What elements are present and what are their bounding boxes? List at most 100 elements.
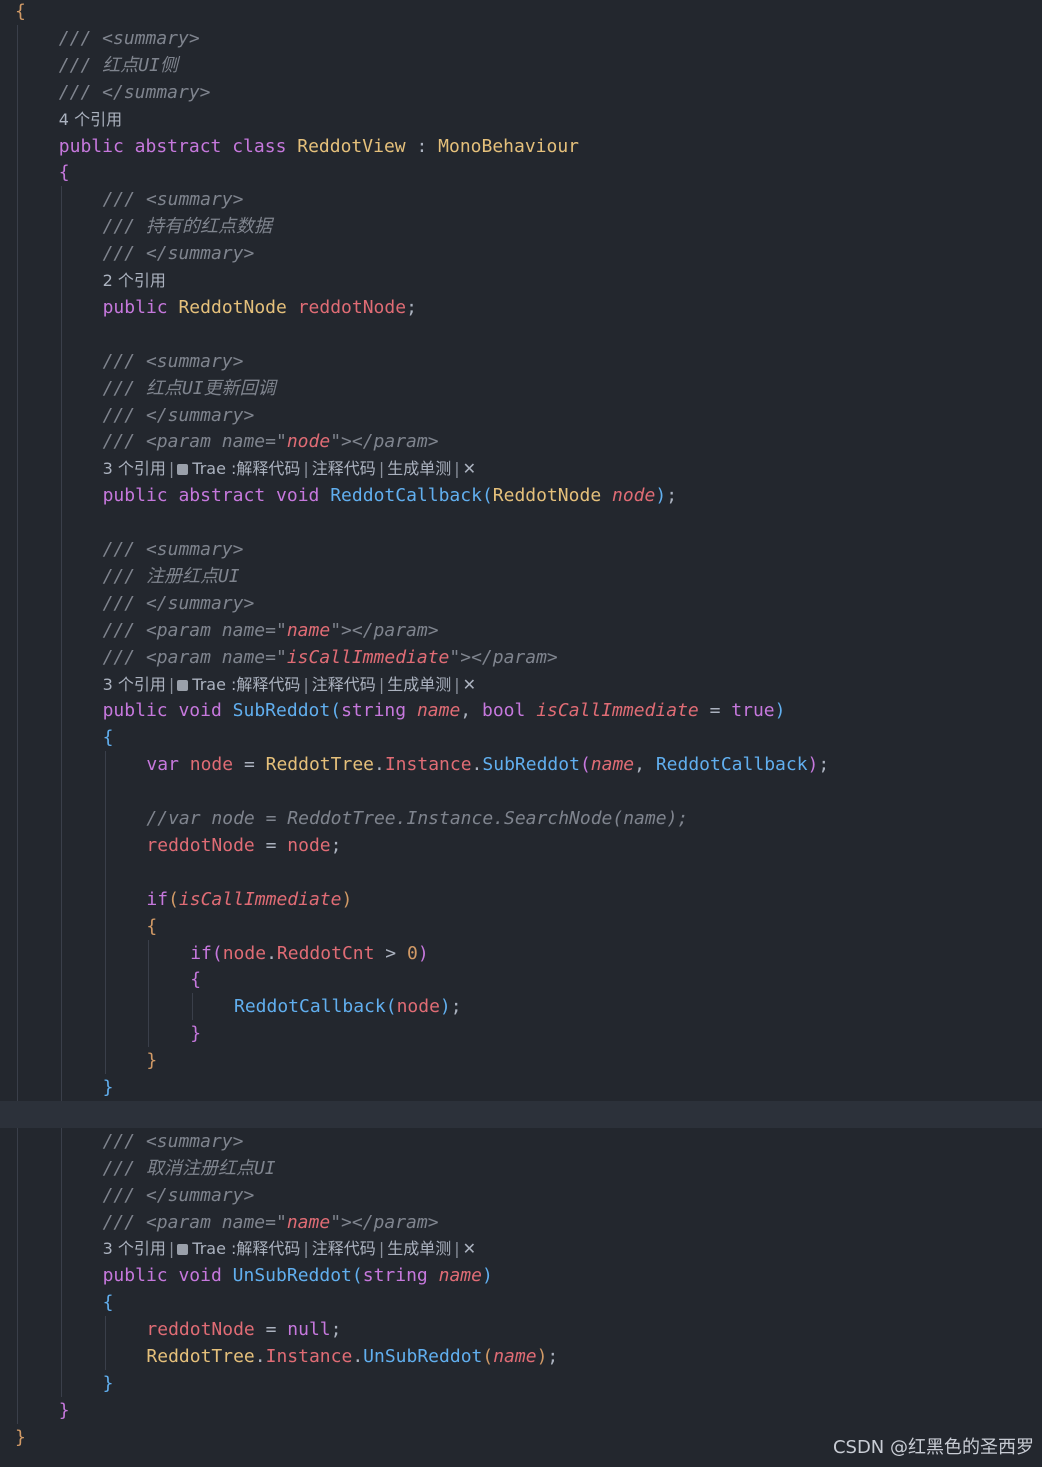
csdn-watermark: CSDN @红黑色的圣西罗 bbox=[832, 1437, 1034, 1458]
code-line[interactable]: if(node.ReddotCnt > 0) bbox=[0, 940, 1042, 967]
code-line[interactable] bbox=[0, 859, 1042, 886]
code-line[interactable]: /// <summary> bbox=[0, 186, 1042, 213]
close-icon[interactable]: ✕ bbox=[463, 675, 476, 694]
generate-unit-test-link[interactable]: 生成单测 bbox=[387, 675, 451, 694]
code-token: 0 bbox=[406, 942, 418, 964]
code-line[interactable]: //var node = ReddotTree.Instance.SearchN… bbox=[0, 805, 1042, 832]
code-line[interactable]: { bbox=[0, 1289, 1042, 1316]
code-line[interactable] bbox=[0, 321, 1042, 348]
trae-explain-code-link[interactable]: Trae :解释代码 bbox=[192, 459, 300, 478]
trae-explain-code-link[interactable]: Trae :解释代码 bbox=[192, 1239, 300, 1258]
code-line[interactable]: /// </summary> bbox=[0, 590, 1042, 617]
code-line[interactable]: var node = ReddotTree.Instance.SubReddot… bbox=[0, 751, 1042, 778]
comment-code-link[interactable]: 注释代码 bbox=[312, 675, 376, 694]
code-line[interactable]: /// </summary> bbox=[0, 79, 1042, 106]
code-line[interactable]: if(isCallImmediate) bbox=[0, 886, 1042, 913]
code-token: ) bbox=[341, 888, 353, 910]
code-line[interactable]: /// <summary> bbox=[0, 25, 1042, 52]
comment-code-link[interactable]: 注释代码 bbox=[312, 1239, 376, 1258]
codelens-row[interactable]: 4 个引用 bbox=[0, 106, 1042, 133]
references-link[interactable]: 3 个引用 bbox=[103, 675, 166, 694]
code-line[interactable]: /// <param name="isCallImmediate"></para… bbox=[0, 644, 1042, 671]
code-line[interactable]: /// <param name="name"></param> bbox=[0, 617, 1042, 644]
code-line[interactable]: ReddotCallback(node); bbox=[0, 993, 1042, 1020]
code-line[interactable]: reddotNode = null; bbox=[0, 1316, 1042, 1343]
code-line[interactable]: /// 红点UI侧 bbox=[0, 52, 1042, 79]
code-line[interactable]: { bbox=[0, 159, 1042, 186]
code-line[interactable]: /// 红点UI更新回调 bbox=[0, 375, 1042, 402]
code-text: reddotNode = null; bbox=[146, 1316, 341, 1343]
code-line[interactable] bbox=[0, 778, 1042, 805]
generate-unit-test-link[interactable]: 生成单测 bbox=[387, 1239, 451, 1258]
references-link[interactable]: 2 个引用 bbox=[103, 271, 166, 290]
code-token: Instance bbox=[384, 754, 472, 776]
close-icon[interactable]: ✕ bbox=[463, 459, 476, 478]
code-token: /// </summary> bbox=[102, 1184, 255, 1206]
code-line[interactable]: /// <summary> bbox=[0, 1128, 1042, 1155]
code-token: ) bbox=[439, 996, 451, 1018]
trae-icon bbox=[177, 679, 189, 691]
code-token: { bbox=[15, 1, 26, 22]
code-token: = bbox=[254, 1319, 288, 1341]
codelens-row[interactable]: 3 个引用 | Trae :解释代码 | 注释代码 | 生成单测 | ✕ bbox=[0, 1235, 1042, 1262]
code-token: null bbox=[287, 1319, 331, 1341]
code-line[interactable]: public void UnSubReddot(string name) bbox=[0, 1262, 1042, 1289]
comment-code-link[interactable]: 注释代码 bbox=[312, 459, 376, 478]
code-line[interactable]: { bbox=[0, 724, 1042, 751]
code-token: } bbox=[58, 1399, 70, 1421]
codelens-row[interactable]: 3 个引用 | Trae :解释代码 | 注释代码 | 生成单测 | ✕ bbox=[0, 455, 1042, 482]
code-token: ) bbox=[481, 1265, 493, 1287]
code-line[interactable]: { bbox=[0, 0, 1042, 25]
code-line[interactable]: { bbox=[0, 913, 1042, 940]
close-icon[interactable]: ✕ bbox=[463, 1239, 476, 1258]
code-line[interactable]: /// </summary> bbox=[0, 1182, 1042, 1209]
code-line[interactable]: reddotNode = node; bbox=[0, 832, 1042, 859]
code-text: /// </summary> bbox=[59, 79, 211, 106]
code-token: /// 注册红点UI bbox=[102, 565, 240, 587]
code-line[interactable]: } bbox=[0, 1074, 1042, 1101]
code-line[interactable]: /// <param name="node"></param> bbox=[0, 428, 1042, 455]
code-token: { bbox=[58, 162, 70, 184]
code-line[interactable]: /// 持有的红点数据 bbox=[0, 213, 1042, 240]
code-line[interactable]: } bbox=[0, 1020, 1042, 1047]
code-token: name bbox=[286, 619, 331, 641]
code-line[interactable]: public abstract void ReddotCallback(Redd… bbox=[0, 482, 1042, 509]
code-line[interactable]: /// <summary> bbox=[0, 348, 1042, 375]
code-text: /// <summary> bbox=[59, 25, 200, 52]
code-line[interactable]: public void SubReddot(string name, bool … bbox=[0, 697, 1042, 724]
code-token: node bbox=[396, 996, 440, 1018]
code-line[interactable]: public ReddotNode reddotNode; bbox=[0, 294, 1042, 321]
code-line[interactable]: public abstract class ReddotView : MonoB… bbox=[0, 133, 1042, 160]
code-line[interactable]: { bbox=[0, 966, 1042, 993]
code-line[interactable] bbox=[0, 1100, 1042, 1128]
references-link[interactable]: 3 个引用 bbox=[103, 1239, 166, 1258]
code-line[interactable]: /// <summary> bbox=[0, 536, 1042, 563]
references-link[interactable]: 3 个引用 bbox=[103, 459, 166, 478]
code-line[interactable]: } bbox=[0, 1370, 1042, 1397]
code-line[interactable]: /// 取消注册红点UI bbox=[0, 1155, 1042, 1182]
code-line[interactable]: } bbox=[0, 1047, 1042, 1074]
references-link[interactable]: 4 个引用 bbox=[59, 110, 122, 129]
code-text: /// 注册红点UI bbox=[103, 563, 240, 590]
code-line[interactable]: } bbox=[0, 1397, 1042, 1424]
codelens-row[interactable]: 3 个引用 | Trae :解释代码 | 注释代码 | 生成单测 | ✕ bbox=[0, 671, 1042, 698]
code-token: /// <summary> bbox=[102, 539, 244, 560]
codelens-row[interactable]: 2 个引用 bbox=[0, 267, 1042, 294]
code-line[interactable]: ReddotTree.Instance.UnSubReddot(name); bbox=[0, 1343, 1042, 1370]
generate-unit-test-link[interactable]: 生成单测 bbox=[387, 459, 451, 478]
code-token: ( bbox=[482, 1346, 494, 1367]
code-text: public ReddotNode reddotNode; bbox=[103, 294, 417, 321]
code-text: /// </summary> bbox=[103, 402, 255, 429]
code-token: if bbox=[190, 942, 212, 964]
code-line[interactable]: /// </summary> bbox=[0, 402, 1042, 429]
code-line[interactable]: /// 注册红点UI bbox=[0, 563, 1042, 590]
code-token: bool bbox=[481, 700, 526, 722]
code-line[interactable]: /// </summary> bbox=[0, 240, 1042, 267]
code-token: ( bbox=[481, 485, 493, 507]
code-token: /// <summary> bbox=[102, 189, 244, 211]
code-line[interactable] bbox=[0, 509, 1042, 536]
trae-explain-code-link[interactable]: Trae :解释代码 bbox=[192, 675, 300, 694]
code-line[interactable]: /// <param name="name"></param> bbox=[0, 1209, 1042, 1236]
